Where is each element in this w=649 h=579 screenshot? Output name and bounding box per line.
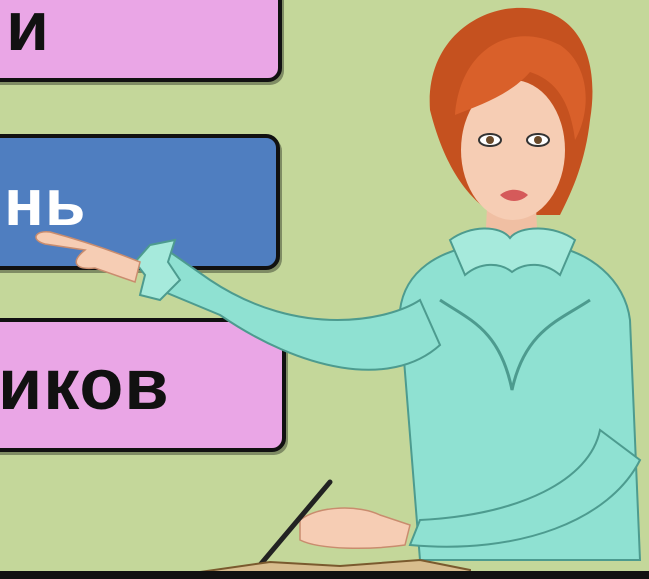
teacher-illustration <box>35 7 642 579</box>
bottom-divider <box>0 571 649 579</box>
teacher-collar <box>448 227 577 277</box>
slide: и нь иков <box>0 0 649 579</box>
teacher-hand-lower <box>299 507 411 549</box>
teacher-arm-raised <box>158 250 442 371</box>
teacher-hand <box>35 231 141 283</box>
